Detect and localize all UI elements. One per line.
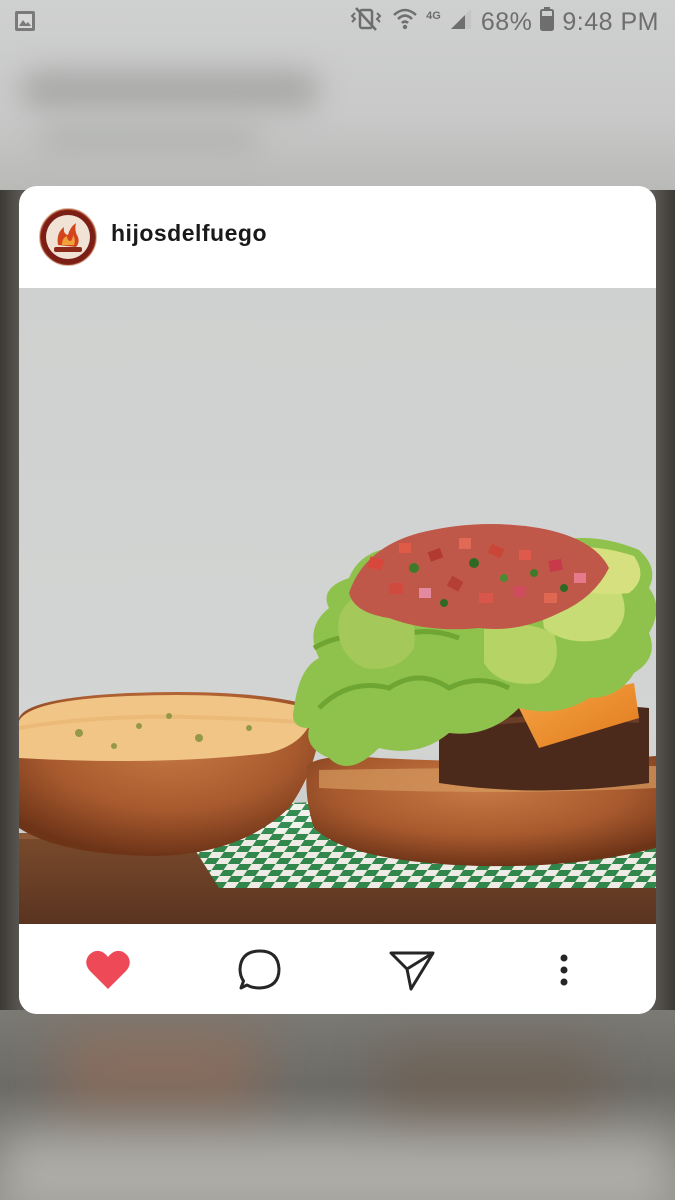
wifi-icon	[392, 6, 418, 39]
like-button[interactable]	[84, 946, 132, 994]
fire-logo-icon	[41, 210, 95, 264]
signal-icon	[449, 7, 473, 38]
post-action-bar	[19, 924, 656, 1014]
post-preview-card[interactable]: hijosdelfuego	[19, 186, 656, 1014]
username[interactable]: hijosdelfuego	[111, 220, 267, 247]
avatar[interactable]	[39, 208, 97, 266]
more-options-button[interactable]	[540, 946, 588, 994]
battery-icon	[540, 6, 555, 38]
vibrate-mute-icon	[348, 6, 384, 39]
share-button[interactable]	[388, 946, 436, 994]
comment-icon	[238, 949, 281, 990]
status-bar: 4G 68% 9:48 PM	[0, 0, 675, 44]
post-image[interactable]	[19, 288, 656, 924]
more-icon	[560, 954, 568, 986]
clock: 9:48 PM	[562, 7, 659, 36]
network-type-label: 4G	[426, 10, 441, 22]
blurred-bottom-region	[0, 1010, 675, 1200]
comment-button[interactable]	[236, 946, 284, 994]
share-icon	[389, 951, 435, 991]
post-header: hijosdelfuego	[19, 186, 656, 288]
heart-icon	[86, 950, 130, 989]
image-notification-icon	[14, 10, 36, 39]
burger-photo	[19, 288, 656, 924]
battery-percentage: 68%	[480, 7, 533, 36]
